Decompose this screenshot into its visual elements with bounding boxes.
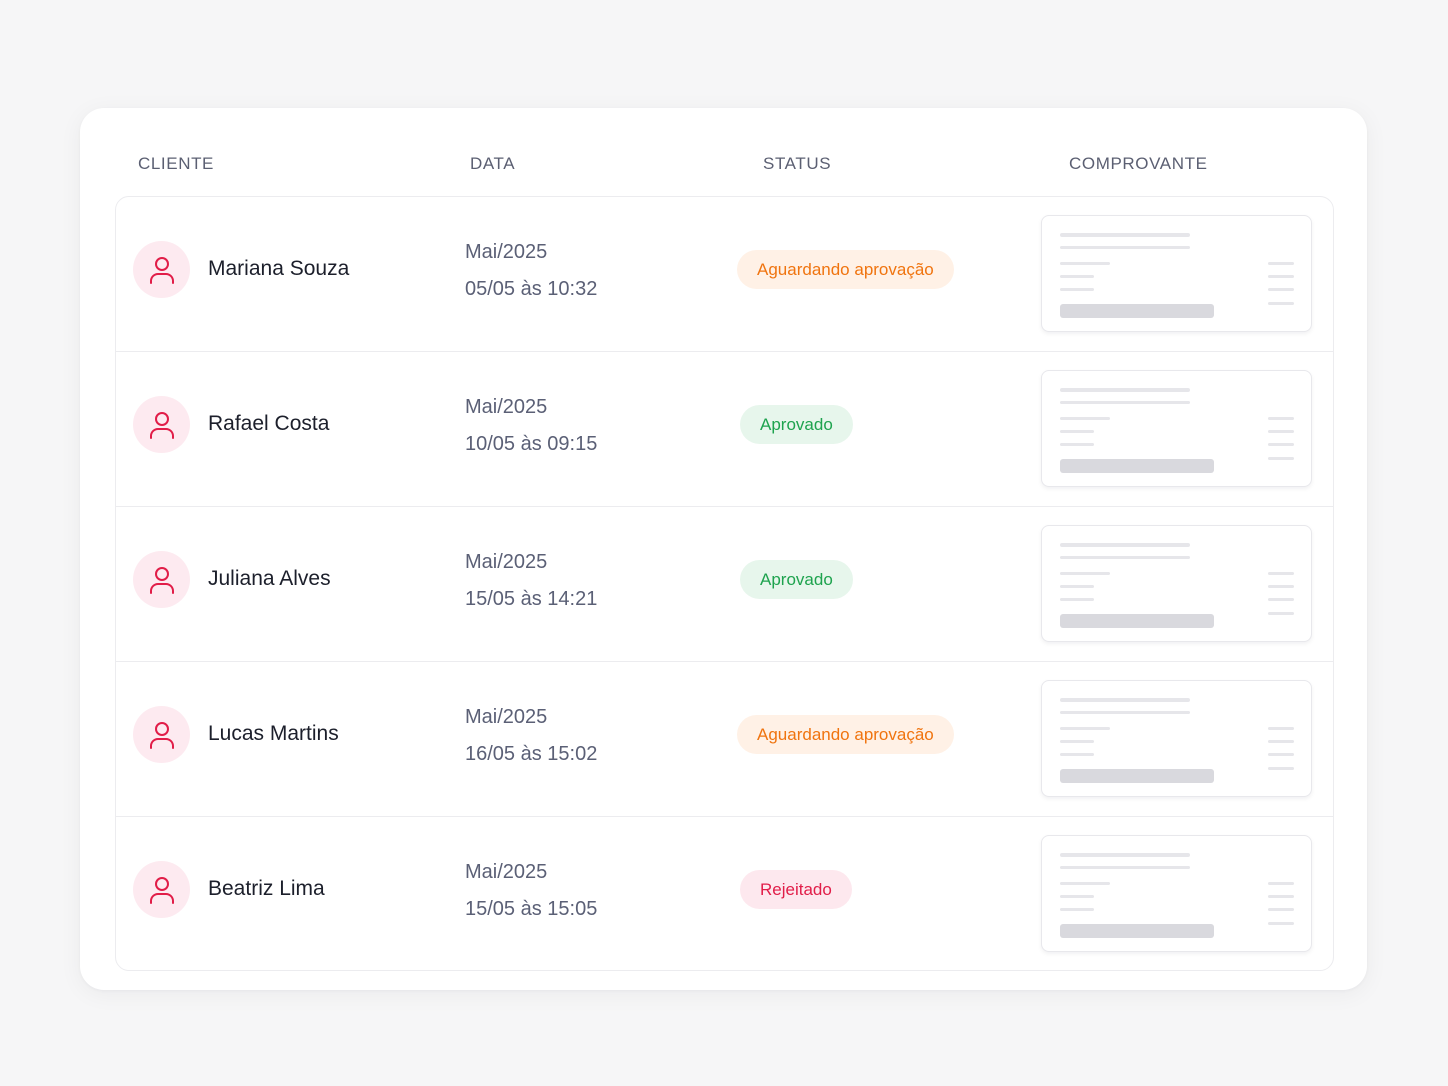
client-name: Mariana Souza (208, 257, 350, 280)
user-icon (149, 721, 175, 749)
date-time: 15/05 às 14:21 (465, 588, 598, 610)
table-row[interactable]: Juliana Alves Mai/2025 15/05 às 14:21 Aprov… (116, 507, 1333, 662)
avatar (133, 861, 190, 918)
avatar (133, 396, 190, 453)
avatar (133, 706, 190, 763)
status-badge: Aprovado (740, 405, 853, 444)
client-name: Rafael Costa (208, 412, 330, 435)
table-header: CLIENTE DATA STATUS COMPROVANTE (80, 108, 1367, 196)
column-header-receipt[interactable]: COMPROVANTE (1069, 154, 1208, 174)
date-month: Mai/2025 (465, 551, 548, 573)
date-time: 05/05 às 10:32 (465, 278, 598, 300)
table-row[interactable]: Mariana Souza Mai/2025 05/05 às 10:32 Aguar… (116, 197, 1333, 352)
column-header-date[interactable]: DATA (470, 154, 515, 174)
user-icon (149, 876, 175, 904)
status-badge: Rejeitado (740, 870, 852, 909)
payments-table-card: CLIENTE DATA STATUS COMPROVANTE Mariana … (80, 108, 1367, 990)
user-icon (149, 566, 175, 594)
date-time: 10/05 às 09:15 (465, 433, 598, 455)
table-row[interactable]: Lucas Martins Mai/2025 16/05 às 15:02 Aguar… (116, 662, 1333, 817)
date-month: Mai/2025 (465, 861, 548, 883)
date-month: Mai/2025 (465, 241, 548, 263)
receipt-thumbnail[interactable] (1041, 370, 1312, 487)
receipt-thumbnail[interactable] (1041, 215, 1312, 332)
status-badge: Aprovado (740, 560, 853, 599)
user-icon (149, 411, 175, 439)
receipt-thumbnail[interactable] (1041, 835, 1312, 952)
date-month: Mai/2025 (465, 706, 548, 728)
client-name: Beatriz Lima (208, 877, 325, 900)
column-header-client[interactable]: CLIENTE (138, 154, 214, 174)
receipt-thumbnail[interactable] (1041, 680, 1312, 797)
receipt-thumbnail[interactable] (1041, 525, 1312, 642)
user-icon (149, 256, 175, 284)
date-time: 16/05 às 15:02 (465, 743, 598, 765)
table-body: Mariana Souza Mai/2025 05/05 às 10:32 Aguar… (115, 196, 1334, 971)
date-month: Mai/2025 (465, 396, 548, 418)
client-name: Lucas Martins (208, 722, 339, 745)
column-header-status[interactable]: STATUS (763, 154, 831, 174)
table-row[interactable]: Beatriz Lima Mai/2025 15/05 às 15:05 Rejeit… (116, 817, 1333, 970)
date-time: 15/05 às 15:05 (465, 898, 598, 920)
status-badge: Aguardando aprovação (737, 715, 954, 754)
status-badge: Aguardando aprovação (737, 250, 954, 289)
avatar (133, 241, 190, 298)
client-name: Juliana Alves (208, 567, 331, 590)
table-row[interactable]: Rafael Costa Mai/2025 10/05 às 09:15 Aprova… (116, 352, 1333, 507)
avatar (133, 551, 190, 608)
